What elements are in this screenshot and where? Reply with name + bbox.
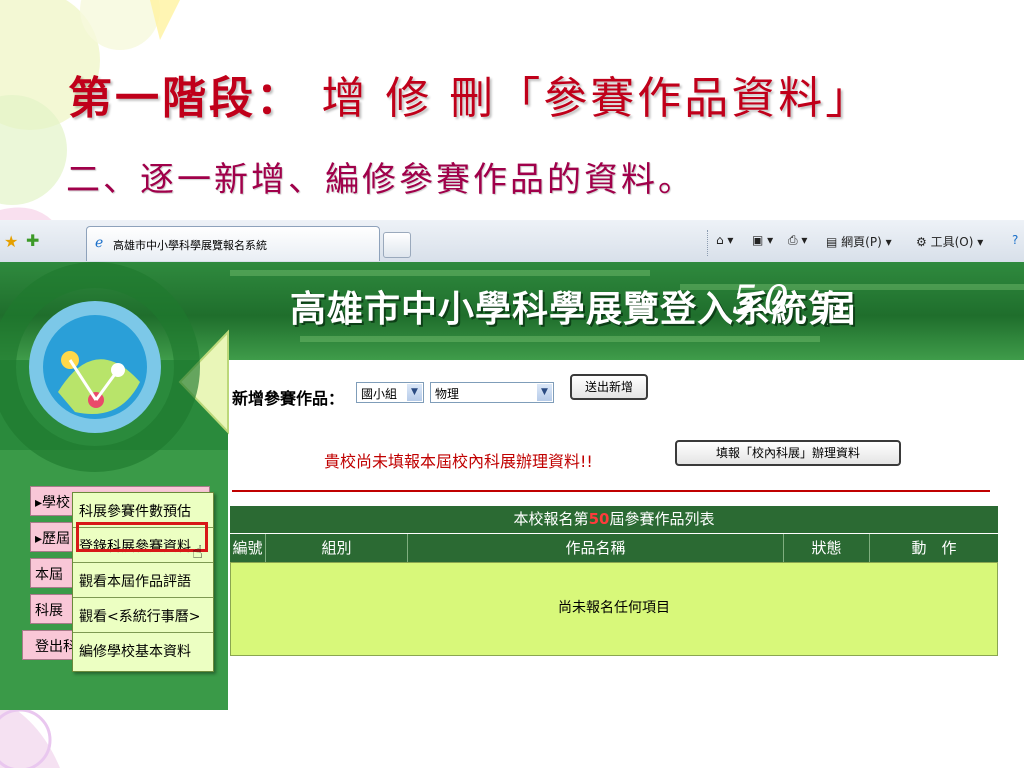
hand-cursor-icon: ☝ [192, 542, 203, 563]
chevron-down-icon: ▼ [407, 384, 422, 401]
group-select-value: 國小組 [361, 387, 398, 401]
add-favorite-icon[interactable]: ✚ [26, 231, 39, 250]
empty-table-message: 尚未報名任何項目 [558, 600, 670, 616]
col-header-status: 狀態 [784, 534, 870, 562]
print-icon[interactable]: ⎙ ▾ [788, 233, 807, 248]
chevron-down-icon: ▼ [537, 384, 552, 401]
highlight-box [76, 522, 208, 552]
fill-school-fair-button[interactable]: 填報「校內科展」辦理資料 [675, 440, 901, 466]
slide-title-stage: 第一階段： [68, 73, 303, 124]
ie-logo-icon: ℯ [95, 235, 104, 251]
divider [232, 490, 990, 492]
page-menu[interactable]: ▤ 網頁(P) ▾ [826, 233, 892, 250]
new-entry-label: 新增參賽作品： [232, 389, 345, 408]
caption-prefix: 本校報名第 [513, 510, 589, 528]
table-caption: 本校報名第50屆參賽作品列表 [230, 506, 998, 533]
caption-suffix: 屆參賽作品列表 [609, 510, 715, 528]
banner-session-number: 50 [732, 278, 795, 324]
caption-number: 50 [588, 510, 610, 528]
slide-subtitle: 二、逐一新增、編修參賽作品的資料。 [66, 160, 695, 200]
popup-submenu: 科展參賽件數預估 登錄科展參賽資料 觀看本屆作品評語 觀看<系統行事曆> 編修學… [72, 492, 214, 672]
browser-tab[interactable]: ℯ 高雄市中小學科學展覽報名系統 [86, 226, 380, 261]
toolbar-separator [707, 230, 709, 256]
menu-item-view-calendar[interactable]: 觀看<系統行事曆> [73, 598, 213, 633]
subject-select-value: 物理 [435, 387, 460, 401]
tools-menu-label: 工具(O) [930, 235, 974, 249]
slide-title-topic: 增 修 刪「參賽作品資料」 [321, 73, 873, 124]
slide-title: 第一階段： 增 修 刪「參賽作品資料」 [68, 62, 872, 126]
home-icon[interactable]: ⌂ ▾ [716, 233, 733, 247]
col-header-number: 編號 [230, 534, 266, 562]
banner-stripe [230, 270, 650, 276]
group-select[interactable]: 國小組 ▼ [356, 382, 424, 403]
submit-new-button[interactable]: 送出新增 [570, 374, 648, 400]
browser-toolbar: ★ ✚ ℯ 高雄市中小學科學展覽報名系統 ⌂ ▾ ▣ ▾ ⎙ ▾ ▤ 網頁(P)… [0, 220, 1024, 263]
col-header-action: 動 作 [911, 539, 957, 557]
tools-menu[interactable]: ⚙ 工具(O) ▾ [916, 233, 983, 250]
banner-stripe [300, 336, 820, 342]
favorites-star-icon[interactable]: ★ [4, 232, 18, 251]
new-tab-button[interactable] [383, 232, 411, 258]
feeds-icon[interactable]: ▣ ▾ [752, 233, 773, 247]
help-icon[interactable]: ? [1012, 233, 1018, 247]
notice-text: 貴校尚未填報本屆校內科展辦理資料!! [324, 452, 593, 471]
browser-screenshot: ★ ✚ ℯ 高雄市中小學科學展覽報名系統 ⌂ ▾ ▣ ▾ ⎙ ▾ ▤ 網頁(P)… [0, 220, 1024, 710]
table-body: 尚未報名任何項目 [230, 562, 998, 656]
col-header-title: 作品名稱 [408, 534, 784, 562]
subject-select[interactable]: 物理 ▼ [430, 382, 554, 403]
science-fair-logo [0, 262, 229, 472]
col-header-group: 組別 [266, 534, 408, 562]
table-header-row: 編號 組別 作品名稱 狀態 動 作 [230, 534, 998, 562]
page-menu-label: 網頁(P) [841, 235, 882, 249]
tab-title: 高雄市中小學科學展覽報名系統 [113, 239, 267, 252]
banner-session-unit: 屆 [820, 289, 857, 330]
menu-item-view-comments[interactable]: 觀看本屆作品評語 [73, 563, 213, 598]
menu-item-edit-school-info[interactable]: 編修學校基本資料 [73, 633, 213, 668]
